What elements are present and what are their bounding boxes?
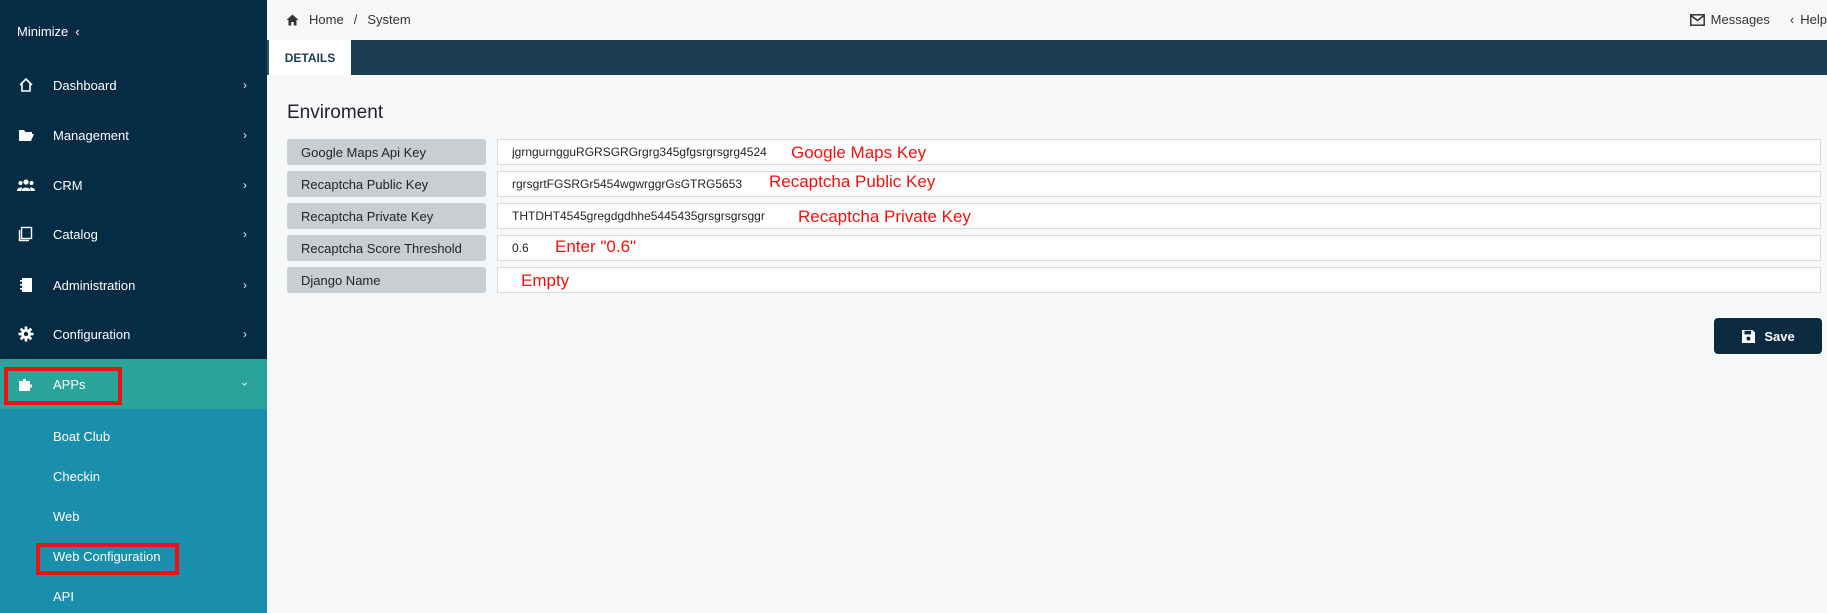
form-row-recaptcha-public-key: Recaptcha Public Key	[287, 171, 1821, 197]
main-content: Enviroment Google Maps Api Key Google Ma…	[267, 75, 1827, 613]
sidebar-item-label: Administration	[53, 277, 136, 293]
puzzle-icon	[17, 375, 35, 393]
messages-label: Messages	[1710, 12, 1770, 27]
field-label: Google Maps Api Key	[287, 139, 486, 165]
help-label: Help	[1800, 12, 1827, 27]
submenu-item-boat-club[interactable]: Boat Club	[53, 429, 110, 444]
sidebar-item-configuration[interactable]: Configuration ›	[0, 309, 267, 359]
submenu-item-web[interactable]: Web	[53, 509, 80, 524]
sidebar-item-label: CRM	[53, 177, 83, 193]
chevron-right-icon: ›	[243, 278, 247, 292]
chevron-right-icon: ›	[243, 327, 247, 341]
field-label: Django Name	[287, 267, 486, 293]
recaptcha-public-key-input[interactable]	[497, 171, 1821, 197]
sidebar-item-catalog[interactable]: Catalog ›	[0, 209, 267, 259]
form-row-recaptcha-private-key: Recaptcha Private Key	[287, 203, 1821, 229]
tab-details[interactable]: DETAILS	[267, 40, 351, 75]
chevron-left-icon: ‹	[75, 24, 80, 39]
gear-icon	[17, 325, 35, 343]
catalog-icon	[17, 225, 35, 243]
breadcrumb-home[interactable]: Home	[309, 12, 344, 27]
recaptcha-private-key-input[interactable]	[497, 203, 1821, 229]
folder-open-icon	[17, 126, 35, 144]
sidebar-item-label: APPs	[53, 376, 86, 392]
section-title: Enviroment	[287, 102, 384, 123]
sidebar-item-management[interactable]: Management ›	[0, 110, 267, 160]
breadcrumb: Home / System	[286, 12, 411, 27]
chevron-left-icon: ‹	[1789, 12, 1795, 27]
sidebar-item-label: Configuration	[53, 326, 131, 342]
field-label: Recaptcha Score Threshold	[287, 235, 486, 261]
form-row-django-name: Django Name	[287, 267, 1821, 293]
help-link[interactable]: ‹ Help	[1790, 12, 1827, 27]
sidebar-item-label: Catalog	[53, 226, 98, 242]
messages-link[interactable]: Messages	[1689, 12, 1770, 27]
sidebar-item-administration[interactable]: Administration ›	[0, 260, 267, 310]
home-icon	[17, 76, 35, 94]
sidebar: Minimize ‹ Dashboard › Management › CRM …	[0, 0, 267, 613]
submenu-item-web-configuration[interactable]: Web Configuration	[53, 549, 160, 564]
apps-submenu: Boat Club Checkin Web Web Configuration …	[0, 409, 267, 613]
form-row-google-maps-api-key: Google Maps Api Key	[287, 139, 1821, 165]
save-label: Save	[1764, 328, 1795, 344]
chevron-down-icon: ›	[238, 382, 252, 386]
recaptcha-score-threshold-input[interactable]	[497, 235, 1821, 261]
notebook-icon	[17, 276, 35, 294]
floppy-disk-icon	[1741, 329, 1756, 344]
users-icon	[17, 176, 35, 194]
django-name-input[interactable]	[497, 267, 1821, 293]
sidebar-item-label: Dashboard	[53, 77, 117, 93]
minimize-label: Minimize	[17, 24, 69, 39]
top-right-actions: Messages ‹ Help	[1689, 12, 1827, 27]
sidebar-item-dashboard[interactable]: Dashboard ›	[0, 60, 267, 110]
envelope-icon	[1689, 13, 1705, 26]
home-icon	[286, 14, 299, 26]
save-button[interactable]: Save	[1714, 318, 1822, 354]
top-bar: Home / System Messages ‹ Help	[267, 0, 1827, 40]
submenu-item-api[interactable]: API	[53, 589, 74, 604]
minimize-toggle[interactable]: Minimize ‹	[17, 24, 80, 39]
submenu-item-checkin[interactable]: Checkin	[53, 469, 100, 484]
sidebar-item-apps[interactable]: APPs ›	[0, 359, 267, 409]
sidebar-item-label: Management	[53, 127, 129, 143]
field-label: Recaptcha Public Key	[287, 171, 486, 197]
chevron-right-icon: ›	[243, 178, 247, 192]
field-label: Recaptcha Private Key	[287, 203, 486, 229]
tab-bar: DETAILS	[267, 40, 1827, 75]
chevron-right-icon: ›	[243, 227, 247, 241]
form-row-recaptcha-score-threshold: Recaptcha Score Threshold	[287, 235, 1821, 261]
breadcrumb-separator: /	[353, 12, 358, 27]
chevron-right-icon: ›	[243, 128, 247, 142]
breadcrumb-current: System	[367, 12, 411, 27]
google-maps-api-key-input[interactable]	[497, 139, 1821, 165]
chevron-right-icon: ›	[243, 78, 247, 92]
sidebar-item-crm[interactable]: CRM ›	[0, 160, 267, 210]
